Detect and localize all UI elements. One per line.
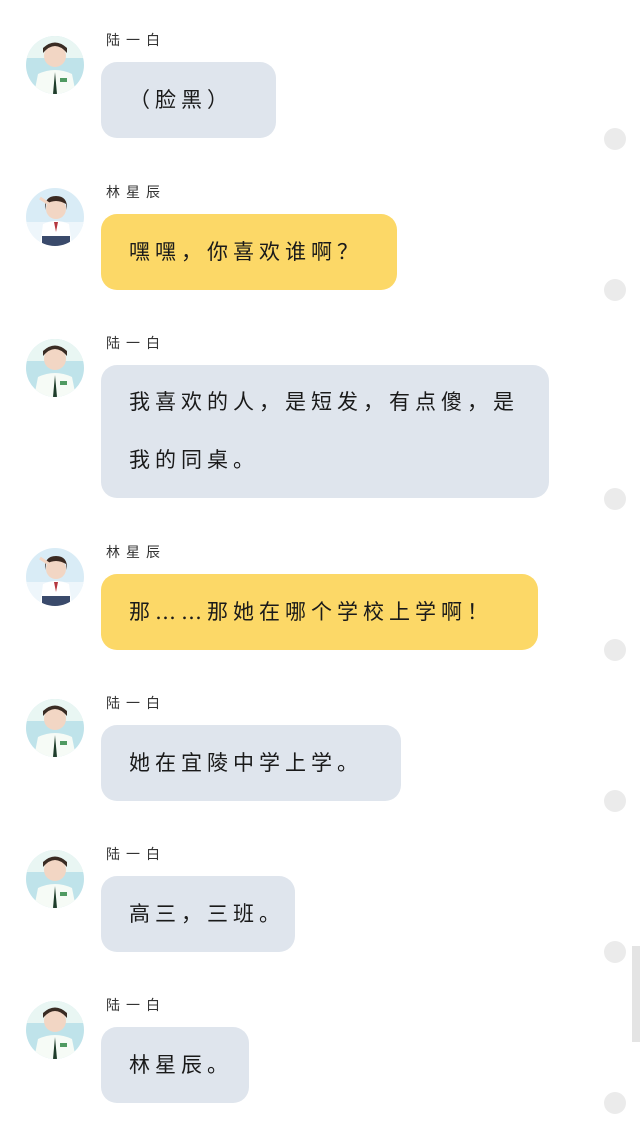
girl-avatar-icon[interactable]	[26, 188, 84, 246]
sender-name: 林星辰	[106, 185, 166, 201]
sender-name: 林星辰	[106, 545, 166, 561]
boy-avatar-icon[interactable]	[26, 1001, 84, 1059]
message-text: 她在宜陵中学上学。	[129, 751, 363, 775]
sender-name: 陆一白	[106, 33, 166, 49]
message-status-dot	[604, 639, 626, 661]
message-text: 我喜欢的人，是短发，有点傻，是我的同桌。	[129, 390, 519, 472]
sender-name: 陆一白	[106, 696, 166, 712]
message-text: 那……那她在哪个学校上学啊！	[129, 600, 493, 624]
message-status-dot	[604, 128, 626, 150]
girl-avatar-icon[interactable]	[26, 548, 84, 606]
message-status-dot	[604, 279, 626, 301]
sender-name: 陆一白	[106, 847, 166, 863]
message-status-dot	[604, 488, 626, 510]
boy-avatar-icon[interactable]	[26, 36, 84, 94]
sender-name: 陆一白	[106, 998, 166, 1014]
message-bubble[interactable]: 嘿嘿，你喜欢谁啊？	[101, 214, 397, 290]
message-bubble[interactable]: 我喜欢的人，是短发，有点傻，是我的同桌。	[101, 365, 549, 498]
message-bubble[interactable]: 那……那她在哪个学校上学啊！	[101, 574, 538, 650]
boy-avatar-icon[interactable]	[26, 850, 84, 908]
boy-avatar-icon[interactable]	[26, 339, 84, 397]
message-text: 高三，三班。	[129, 902, 285, 926]
message-status-dot	[604, 941, 626, 963]
message-bubble[interactable]: 高三，三班。	[101, 876, 295, 952]
sender-name: 陆一白	[106, 336, 166, 352]
boy-avatar-icon[interactable]	[26, 699, 84, 757]
message-status-dot	[604, 1092, 626, 1114]
message-bubble[interactable]: 她在宜陵中学上学。	[101, 725, 401, 801]
scrollbar-thumb[interactable]	[632, 946, 640, 1042]
message-bubble[interactable]: （脸黑）	[101, 62, 276, 138]
message-text: （脸黑）	[129, 88, 233, 112]
message-text: 林星辰。	[129, 1053, 233, 1077]
message-text: 嘿嘿，你喜欢谁啊？	[129, 240, 363, 264]
message-bubble[interactable]: 林星辰。	[101, 1027, 249, 1103]
message-status-dot	[604, 790, 626, 812]
